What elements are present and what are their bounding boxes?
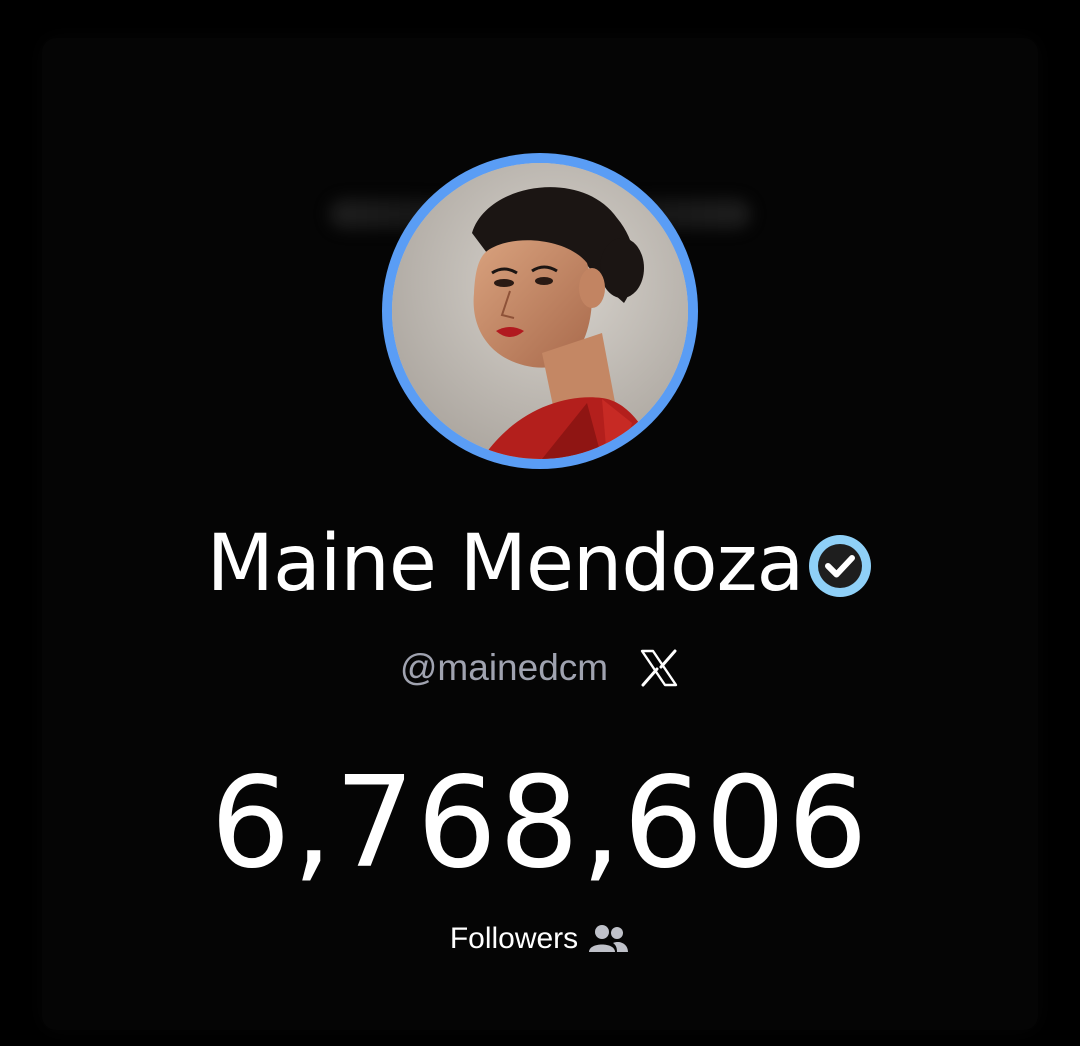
verified-badge-icon — [807, 533, 873, 599]
users-icon — [586, 922, 630, 956]
name-row: Maine Mendoza — [0, 516, 1080, 612]
profile-handle[interactable]: @mainedcm — [400, 642, 608, 694]
follower-count: 6,768,606 — [210, 749, 870, 896]
x-logo-icon[interactable] — [638, 647, 680, 689]
handle-row: @mainedcm — [0, 642, 1080, 694]
profile-name: Maine Mendoza — [206, 519, 805, 609]
followers-row: Followers — [0, 918, 1080, 960]
avatar[interactable] — [382, 153, 698, 469]
followers-label: Followers — [449, 922, 579, 955]
avatar-photo — [392, 163, 688, 459]
